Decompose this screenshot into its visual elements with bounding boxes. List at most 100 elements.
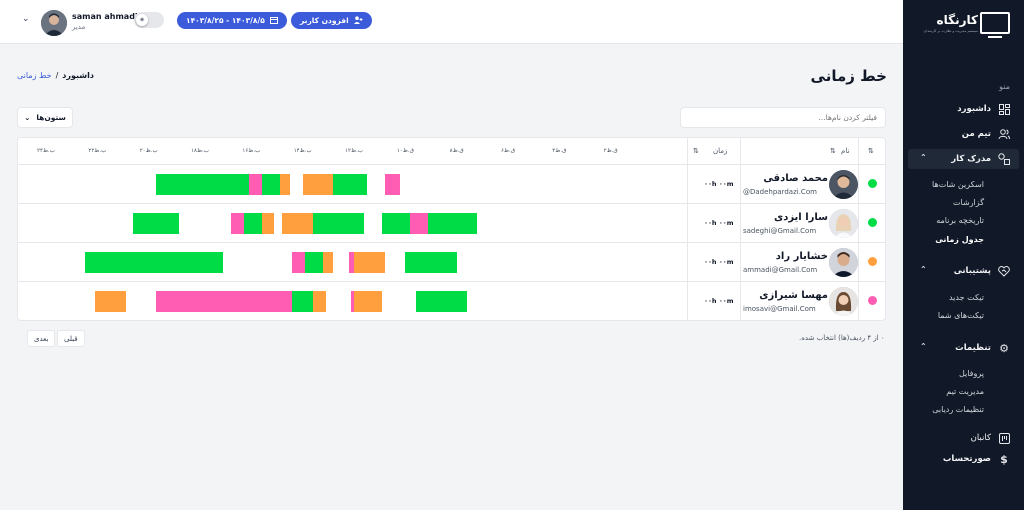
activity-segment[interactable] bbox=[84, 252, 224, 273]
activity-segment[interactable] bbox=[302, 174, 334, 195]
sidebar-subitem-timeline[interactable]: جدول زمانی bbox=[935, 235, 984, 244]
sidebar-subitem-reports[interactable]: گزارشات bbox=[953, 198, 984, 207]
sidebar-subitem-app-history[interactable]: تاریخچه برنامه bbox=[936, 216, 984, 225]
activity-segment[interactable] bbox=[405, 252, 457, 273]
sidebar-subitem-profile[interactable]: پروفایل bbox=[959, 369, 984, 378]
sidebar-item-label: پشتیبانی bbox=[953, 266, 991, 276]
activity-segment[interactable] bbox=[312, 213, 365, 234]
name-filter-input[interactable] bbox=[680, 107, 886, 128]
sort-icon[interactable]: ⇅ bbox=[830, 147, 836, 155]
activity-segment[interactable] bbox=[282, 213, 316, 234]
timeline-tick: ۱۶ب.ظ bbox=[242, 148, 261, 154]
activity-segment[interactable] bbox=[156, 174, 249, 195]
sort-icon[interactable]: ⇅ bbox=[693, 147, 699, 155]
activity-segment[interactable] bbox=[382, 213, 411, 234]
menu-label: منو bbox=[999, 82, 1010, 91]
activity-segment[interactable] bbox=[94, 291, 126, 312]
sidebar-item-label: تنظیمات bbox=[955, 343, 991, 353]
activity-segment[interactable] bbox=[333, 174, 367, 195]
shapes-icon bbox=[998, 153, 1010, 165]
activity-segment[interactable] bbox=[305, 252, 324, 273]
add-user-label: افزودن کاربر bbox=[300, 16, 349, 25]
table-row[interactable]: سارا ایزدی sadeghi@Gmail.Com ۰۰h ۰۰m bbox=[18, 204, 885, 243]
avatar bbox=[829, 248, 858, 277]
chevron-down-icon: ⌄ bbox=[24, 113, 31, 122]
activity-segment[interactable] bbox=[312, 291, 326, 312]
activity-segment[interactable] bbox=[279, 174, 290, 195]
row-name: خشایار راد bbox=[775, 251, 828, 262]
previous-page-button[interactable]: قبلی bbox=[57, 330, 85, 347]
activity-segment[interactable] bbox=[292, 252, 306, 273]
sort-icon[interactable]: ⇅ bbox=[868, 147, 874, 155]
sidebar-subitem-tracking-settings[interactable]: تنظیمات ردیابی bbox=[932, 405, 984, 414]
calendar-icon bbox=[269, 16, 278, 26]
brand-logo[interactable]: کارنگاه سیستم مدیریت و نظارت بر کارمندان bbox=[914, 10, 1010, 44]
chevron-up-icon[interactable]: ⌃ bbox=[920, 265, 927, 274]
sidebar-item-work-proof[interactable]: مدرک کار ⌃ bbox=[908, 149, 1019, 169]
activity-segment[interactable] bbox=[248, 174, 262, 195]
activity-segment[interactable] bbox=[415, 291, 467, 312]
column-header-name[interactable]: نام bbox=[841, 147, 849, 155]
gear-icon: ⚙ bbox=[999, 341, 1009, 355]
sidebar-item-dashboard[interactable]: داشبورد bbox=[908, 99, 1019, 119]
sidebar-item-kanban[interactable]: کانبان bbox=[908, 428, 1019, 448]
status-dot bbox=[868, 296, 877, 305]
dollar-icon: $ bbox=[1000, 452, 1008, 466]
sidebar-item-label: مدرک کار bbox=[951, 154, 991, 164]
sidebar-item-billing[interactable]: $ صورتحساب bbox=[908, 449, 1019, 469]
activity-segment[interactable] bbox=[261, 174, 280, 195]
columns-button[interactable]: ⌄ ستون‌ها bbox=[17, 107, 73, 128]
row-time: ۰۰h ۰۰m bbox=[704, 219, 734, 227]
monitor-icon bbox=[980, 12, 1010, 38]
date-range-button[interactable]: ۱۴۰۳/۸/۲۵ - ۱۴۰۳/۸/۵ bbox=[177, 12, 287, 29]
add-user-button[interactable]: افزودن کاربر bbox=[291, 12, 372, 29]
status-dot bbox=[868, 179, 877, 188]
sidebar-subitem-team-management[interactable]: مدیریت تیم bbox=[946, 387, 984, 396]
breadcrumb-home[interactable]: داشبورد bbox=[62, 71, 94, 80]
avatar[interactable] bbox=[41, 10, 67, 36]
brand-tagline: سیستم مدیریت و نظارت بر کارمندان bbox=[923, 29, 978, 33]
kanban-icon bbox=[998, 432, 1010, 444]
sidebar-item-support[interactable]: پشتیبانی ⌃ bbox=[908, 261, 1019, 281]
row-email: ammadi@Gmail.Com bbox=[743, 266, 818, 274]
activity-segment[interactable] bbox=[410, 213, 429, 234]
row-name: مهسا شیرازی bbox=[759, 290, 828, 301]
activity-segment[interactable] bbox=[261, 213, 275, 234]
table-row[interactable]: مهسا شیرازی imosavi@Gmail.Com ۰۰h ۰۰m bbox=[18, 282, 885, 320]
sidebar-subitem-new-ticket[interactable]: تیکت جدید bbox=[949, 293, 984, 302]
activity-segment[interactable] bbox=[243, 213, 262, 234]
activity-segment[interactable] bbox=[230, 213, 244, 234]
sidebar-item-label: تیم من bbox=[961, 129, 991, 139]
table-row[interactable]: خشایار راد ammadi@Gmail.Com ۰۰h ۰۰m bbox=[18, 243, 885, 282]
column-header-time[interactable]: زمان bbox=[713, 147, 727, 155]
next-page-button[interactable]: بعدی bbox=[27, 330, 56, 347]
timeline-tick: ۶ق.ظ bbox=[500, 148, 516, 154]
chevron-up-icon[interactable]: ⌃ bbox=[920, 153, 927, 162]
theme-toggle[interactable]: ✷ bbox=[134, 12, 164, 28]
sidebar-subitem-your-tickets[interactable]: تیکت‌های شما bbox=[938, 311, 984, 320]
sidebar-item-my-team[interactable]: تیم من bbox=[908, 124, 1019, 144]
sidebar-subitem-screenshots[interactable]: اسکرین شات‌ها bbox=[932, 180, 984, 189]
table-header: ⇅ ⇅ نام زمان ⇅ ۲ق.ظ ۴ق.ظ ۶ق.ظ ۸ق.ظ ۱۰ق.ظ ۱۲ب.… bbox=[18, 138, 885, 165]
dashboard-icon bbox=[998, 103, 1010, 115]
timeline-tick: ۲۰ب.ظ bbox=[139, 148, 158, 154]
activity-segment[interactable] bbox=[354, 252, 385, 273]
sidebar-item-label: داشبورد bbox=[957, 104, 991, 114]
team-icon bbox=[998, 128, 1010, 140]
chevron-down-icon[interactable]: ⌄ bbox=[22, 14, 30, 24]
avatar bbox=[829, 170, 858, 199]
activity-segment[interactable] bbox=[133, 213, 180, 234]
breadcrumb: داشبورد / خط زمانی bbox=[17, 71, 94, 80]
activity-segment[interactable] bbox=[323, 252, 334, 273]
chevron-up-icon[interactable]: ⌃ bbox=[920, 342, 927, 351]
activity-segment[interactable] bbox=[156, 291, 293, 312]
activity-segment[interactable] bbox=[384, 174, 401, 195]
activity-segment[interactable] bbox=[354, 291, 383, 312]
row-time: ۰۰h ۰۰m bbox=[704, 180, 734, 188]
table-row[interactable]: محمد صادقی Dadehpardazi.Com@ ۰۰h ۰۰m bbox=[18, 165, 885, 204]
breadcrumb-current[interactable]: خط زمانی bbox=[17, 71, 52, 80]
activity-segment[interactable] bbox=[428, 213, 478, 234]
sidebar-item-settings[interactable]: ⚙ تنظیمات ⌃ bbox=[908, 338, 1019, 358]
activity-segment[interactable] bbox=[292, 291, 313, 312]
row-time: ۰۰h ۰۰m bbox=[704, 297, 734, 305]
